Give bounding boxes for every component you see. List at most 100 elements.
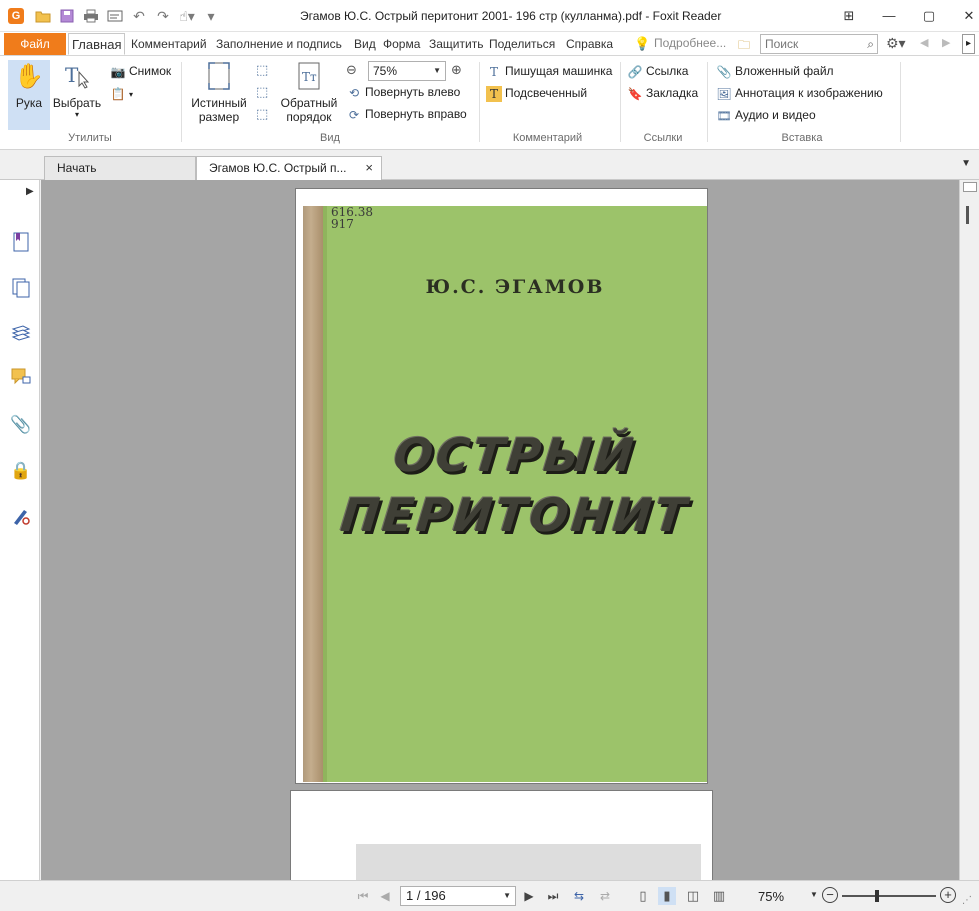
zoom-out-icon[interactable]: ⊖ <box>346 62 357 78</box>
settings-gear-icon[interactable]: ⚙▾ <box>886 35 906 52</box>
clipboard-button[interactable]: 📋 ▾ <box>110 84 134 102</box>
tab-view[interactable]: Вид <box>351 33 379 55</box>
expand-ribbon-icon[interactable]: ▸ <box>962 34 975 54</box>
rotate-right-label: Повернуть вправо <box>365 107 467 121</box>
pdf-page-1[interactable]: 616.38 917 Ю.С. ЭГАМОВ ОСТРЫЙ ПЕРИТОНИТ <box>295 188 708 784</box>
security-panel-icon[interactable]: 🔒 <box>10 460 32 482</box>
page-2-scan-image <box>356 844 701 880</box>
window-controls: ⊞ — ▢ ✕ <box>829 4 979 28</box>
reverse-order-button[interactable]: Tт Обратный порядок <box>278 60 340 132</box>
tab-document[interactable]: Эгамов Ю.С. Острый п... × <box>196 156 382 181</box>
signatures-panel-icon[interactable] <box>10 506 32 528</box>
tab-start[interactable]: Начать <box>44 156 196 180</box>
fit-visible-icon[interactable]: ⬚ <box>256 106 268 122</box>
previous-view-icon[interactable]: ⇆ <box>570 887 588 905</box>
continuous-facing-view-icon[interactable]: ▥ <box>710 887 728 905</box>
expand-panel-icon[interactable]: ▶ <box>26 186 34 197</box>
image-annotation-button[interactable]: 🖼 Аннотация к изображению <box>716 84 883 102</box>
attachment-button[interactable]: 📎 Вложенный файл <box>716 62 834 80</box>
bookmark-button[interactable]: 🔖 Закладка <box>627 84 699 102</box>
close-tab-icon[interactable]: × <box>365 157 373 179</box>
next-view-icon[interactable]: ⇄ <box>596 887 614 905</box>
split-view-handle[interactable] <box>963 182 977 192</box>
highlight-label: Подсвеченный <box>505 86 588 100</box>
scrollbar-thumb[interactable] <box>966 206 969 224</box>
touch-mode-icon[interactable]: ☝▾ <box>178 7 196 25</box>
tab-protect[interactable]: Защитить <box>426 33 486 55</box>
tab-list-dropdown-icon[interactable]: ▼ <box>961 158 971 169</box>
search-input[interactable] <box>761 35 857 53</box>
restore-grid-icon[interactable]: ⊞ <box>829 4 869 28</box>
layers-panel-icon[interactable] <box>10 324 32 346</box>
folder-search-icon[interactable]: 🗀 <box>738 36 750 57</box>
tab-fill-sign[interactable]: Заполнение и подпись <box>213 33 345 55</box>
fit-page-icon[interactable]: ⬚ <box>256 62 268 78</box>
page-number-input[interactable]: 1 / 196 ▼ <box>400 886 516 906</box>
next-page-icon[interactable]: ▶ <box>520 887 538 905</box>
single-page-view-icon[interactable]: ▯ <box>634 887 652 905</box>
minimize-icon[interactable]: — <box>869 4 909 28</box>
hand-tool-button[interactable]: ✋ Рука <box>8 60 50 130</box>
continuous-view-icon[interactable]: ▮ <box>658 887 676 905</box>
scroll-right-icon[interactable]: ▶ <box>942 36 950 49</box>
resize-grip-icon[interactable]: ⋰ <box>962 895 972 906</box>
search-box[interactable]: ⌕ <box>760 34 878 54</box>
attachment-label: Вложенный файл <box>735 64 834 78</box>
actual-size-button[interactable]: Истинный размер <box>188 60 250 132</box>
pages-panel-icon[interactable] <box>10 278 32 300</box>
audio-video-button[interactable]: 🎞 Аудио и видео <box>716 106 815 124</box>
pdf-page-2[interactable] <box>290 790 713 880</box>
reverse-order-icon: Tт <box>293 60 325 92</box>
tab-help[interactable]: Справка <box>563 33 616 55</box>
save-icon[interactable] <box>58 7 76 25</box>
foxit-logo-icon[interactable]: G <box>8 8 24 24</box>
rotate-right-button[interactable]: ⟳ Повернуть вправо <box>346 105 467 123</box>
undo-icon[interactable]: ↶ <box>130 7 148 25</box>
file-menu-button[interactable]: Файл <box>4 33 66 55</box>
bookmark-icon: 🔖 <box>627 86 643 101</box>
image-annotation-label: Аннотация к изображению <box>735 86 883 100</box>
last-page-icon[interactable]: ⏭ <box>544 887 562 905</box>
zoom-dropdown-icon[interactable]: ▼ <box>433 62 441 80</box>
maximize-icon[interactable]: ▢ <box>909 4 949 28</box>
customize-qat-icon[interactable]: ▾ <box>202 7 220 25</box>
tell-me-hint[interactable]: Подробнее... <box>654 36 726 50</box>
zoom-slider[interactable] <box>842 890 936 902</box>
zoom-select[interactable]: 75% ▼ <box>368 61 446 81</box>
print-icon[interactable] <box>82 7 100 25</box>
status-zoom-in-icon[interactable]: + <box>940 887 956 903</box>
zoom-slider-knob[interactable] <box>874 890 879 902</box>
bookmarks-panel-icon[interactable] <box>10 232 32 254</box>
zoom-in-icon[interactable]: ⊕ <box>451 62 462 78</box>
redo-icon[interactable]: ↷ <box>154 7 172 25</box>
scroll-left-icon[interactable]: ◀ <box>920 36 928 49</box>
properties-icon[interactable] <box>106 7 124 25</box>
fit-width-icon[interactable]: ⬚ <box>256 84 268 100</box>
attachments-panel-icon[interactable]: 📎 <box>10 414 32 436</box>
open-folder-icon[interactable] <box>34 7 52 25</box>
document-viewport[interactable]: 616.38 917 Ю.С. ЭГАМОВ ОСТРЫЙ ПЕРИТОНИТ <box>41 180 959 880</box>
rotate-left-button[interactable]: ⟲ Повернуть влево <box>346 83 460 101</box>
first-page-icon[interactable]: ⏮ <box>354 887 372 905</box>
tab-home[interactable]: Главная <box>68 33 126 55</box>
tab-comment[interactable]: Комментарий <box>128 33 210 55</box>
status-zoom-dropdown-icon[interactable]: ▼ <box>810 890 818 899</box>
status-zoom-value[interactable]: 75% <box>758 889 784 904</box>
facing-view-icon[interactable]: ◫ <box>684 887 702 905</box>
close-icon[interactable]: ✕ <box>949 4 979 28</box>
typewriter-button[interactable]: T Пишущая машинка <box>486 62 612 80</box>
tab-share[interactable]: Поделиться <box>486 33 558 55</box>
select-tool-button[interactable]: T Выбрать ▾ <box>52 60 102 130</box>
snapshot-button[interactable]: 📷 Снимок <box>110 62 172 80</box>
page-dropdown-icon[interactable]: ▼ <box>503 887 511 905</box>
link-button[interactable]: 🔗 Ссылка <box>627 62 689 80</box>
status-zoom-out-icon[interactable]: − <box>822 887 838 903</box>
previous-page-icon[interactable]: ◀ <box>376 887 394 905</box>
tab-form[interactable]: Форма <box>380 33 423 55</box>
comments-panel-icon[interactable] <box>10 368 32 390</box>
search-icon[interactable]: ⌕ <box>867 37 874 52</box>
select-dropdown-icon[interactable]: ▾ <box>52 110 102 119</box>
lightbulb-icon: 💡 <box>634 36 651 51</box>
highlight-button[interactable]: T Подсвеченный <box>486 84 587 102</box>
vertical-scrollbar[interactable] <box>959 180 979 880</box>
